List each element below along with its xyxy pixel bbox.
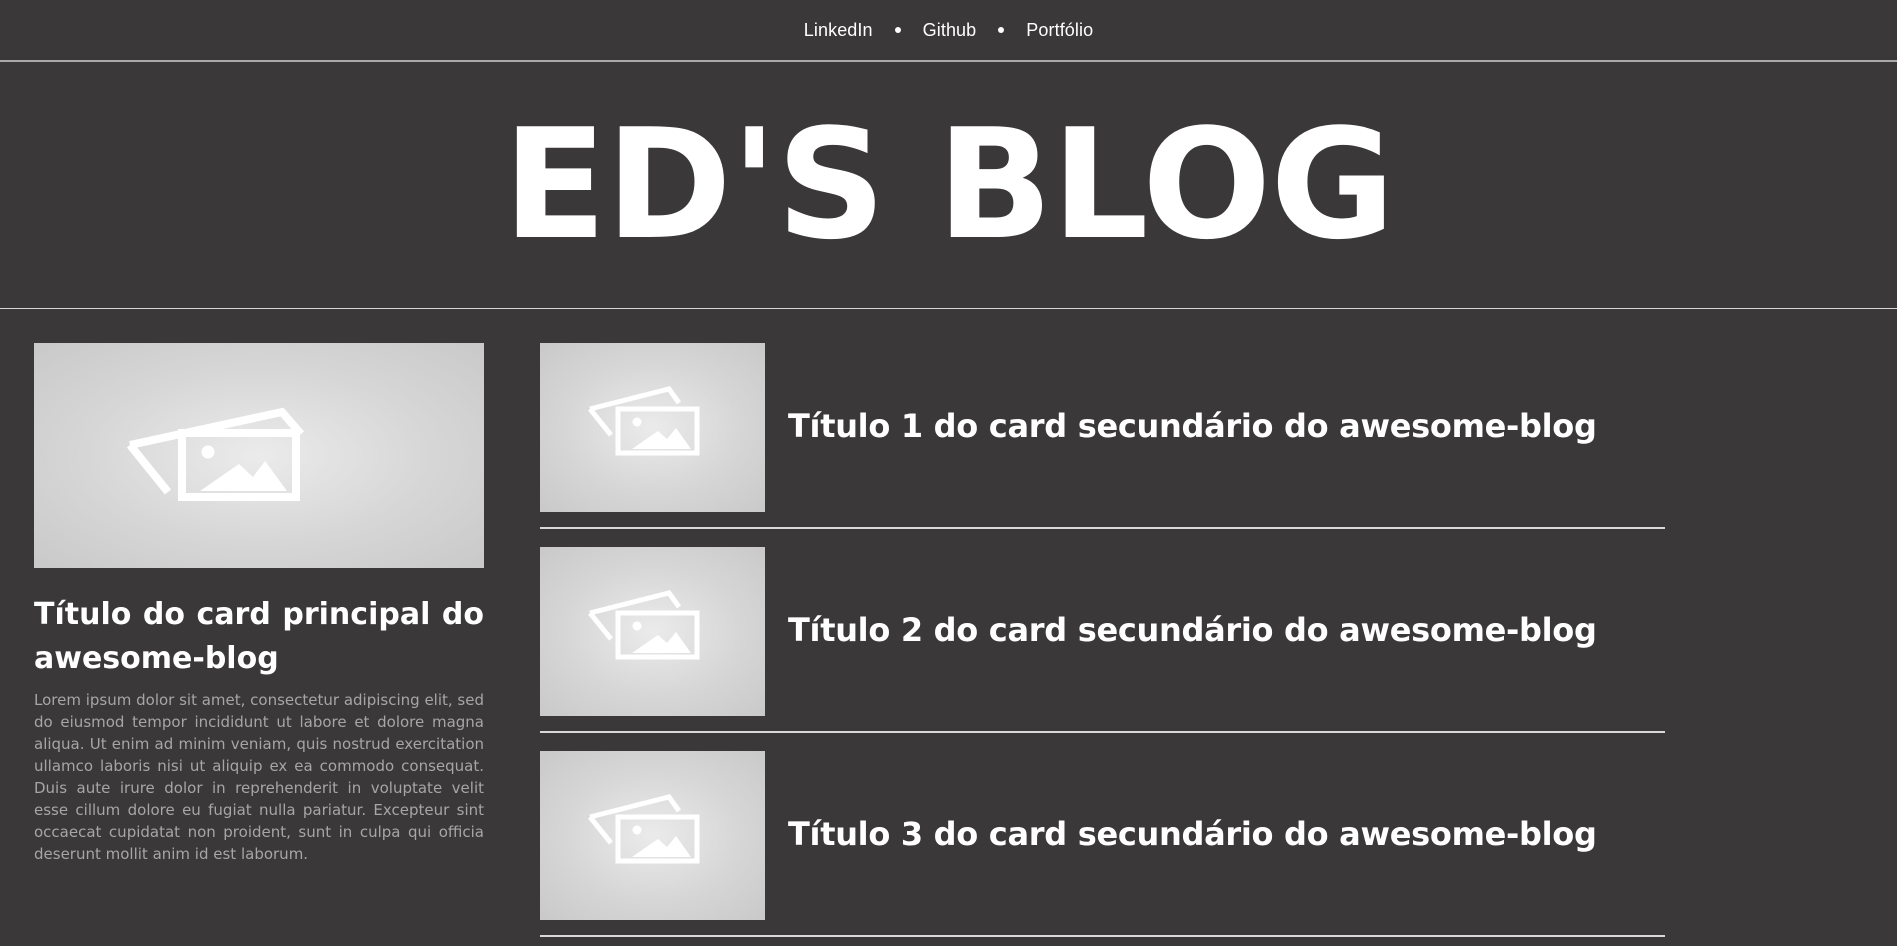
secondary-card-title[interactable]: Título 2 do card secundário do awesome-b…: [788, 610, 1597, 650]
secondary-card-image[interactable]: [540, 343, 765, 512]
secondary-card-3[interactable]: Título 3 do card secundário do awesome-b…: [540, 751, 1665, 937]
main-card-image[interactable]: [34, 343, 484, 568]
nav-separator-dot: [998, 27, 1005, 33]
image-placeholder-icon: [588, 590, 700, 660]
image-placeholder-icon: [588, 386, 700, 456]
blog-header: ED'S BLOG: [0, 62, 1897, 309]
nav-link-github[interactable]: Github: [923, 20, 977, 41]
image-placeholder-icon: [588, 794, 700, 864]
main-card-title[interactable]: Título do card principal do awesome-blog: [34, 593, 484, 681]
secondary-card-title[interactable]: Título 1 do card secundário do awesome-b…: [788, 406, 1597, 446]
nav-link-linkedin[interactable]: LinkedIn: [804, 20, 873, 41]
secondary-card-1[interactable]: Título 1 do card secundário do awesome-b…: [540, 343, 1665, 529]
secondary-card-title[interactable]: Título 3 do card secundário do awesome-b…: [788, 814, 1597, 854]
main-card-text: Lorem ipsum dolor sit amet, consectetur …: [34, 691, 484, 863]
secondary-card-image[interactable]: [540, 547, 765, 716]
blog-title: ED'S BLOG: [502, 96, 1395, 273]
top-nav: LinkedIn Github Portfólio: [0, 0, 1897, 62]
image-placeholder-icon: [126, 407, 305, 501]
nav-separator-dot: [894, 27, 901, 33]
secondary-card-image[interactable]: [540, 751, 765, 920]
secondary-card-2[interactable]: Título 2 do card secundário do awesome-b…: [540, 547, 1665, 733]
nav-link-portfolio[interactable]: Portfólio: [1026, 20, 1093, 41]
